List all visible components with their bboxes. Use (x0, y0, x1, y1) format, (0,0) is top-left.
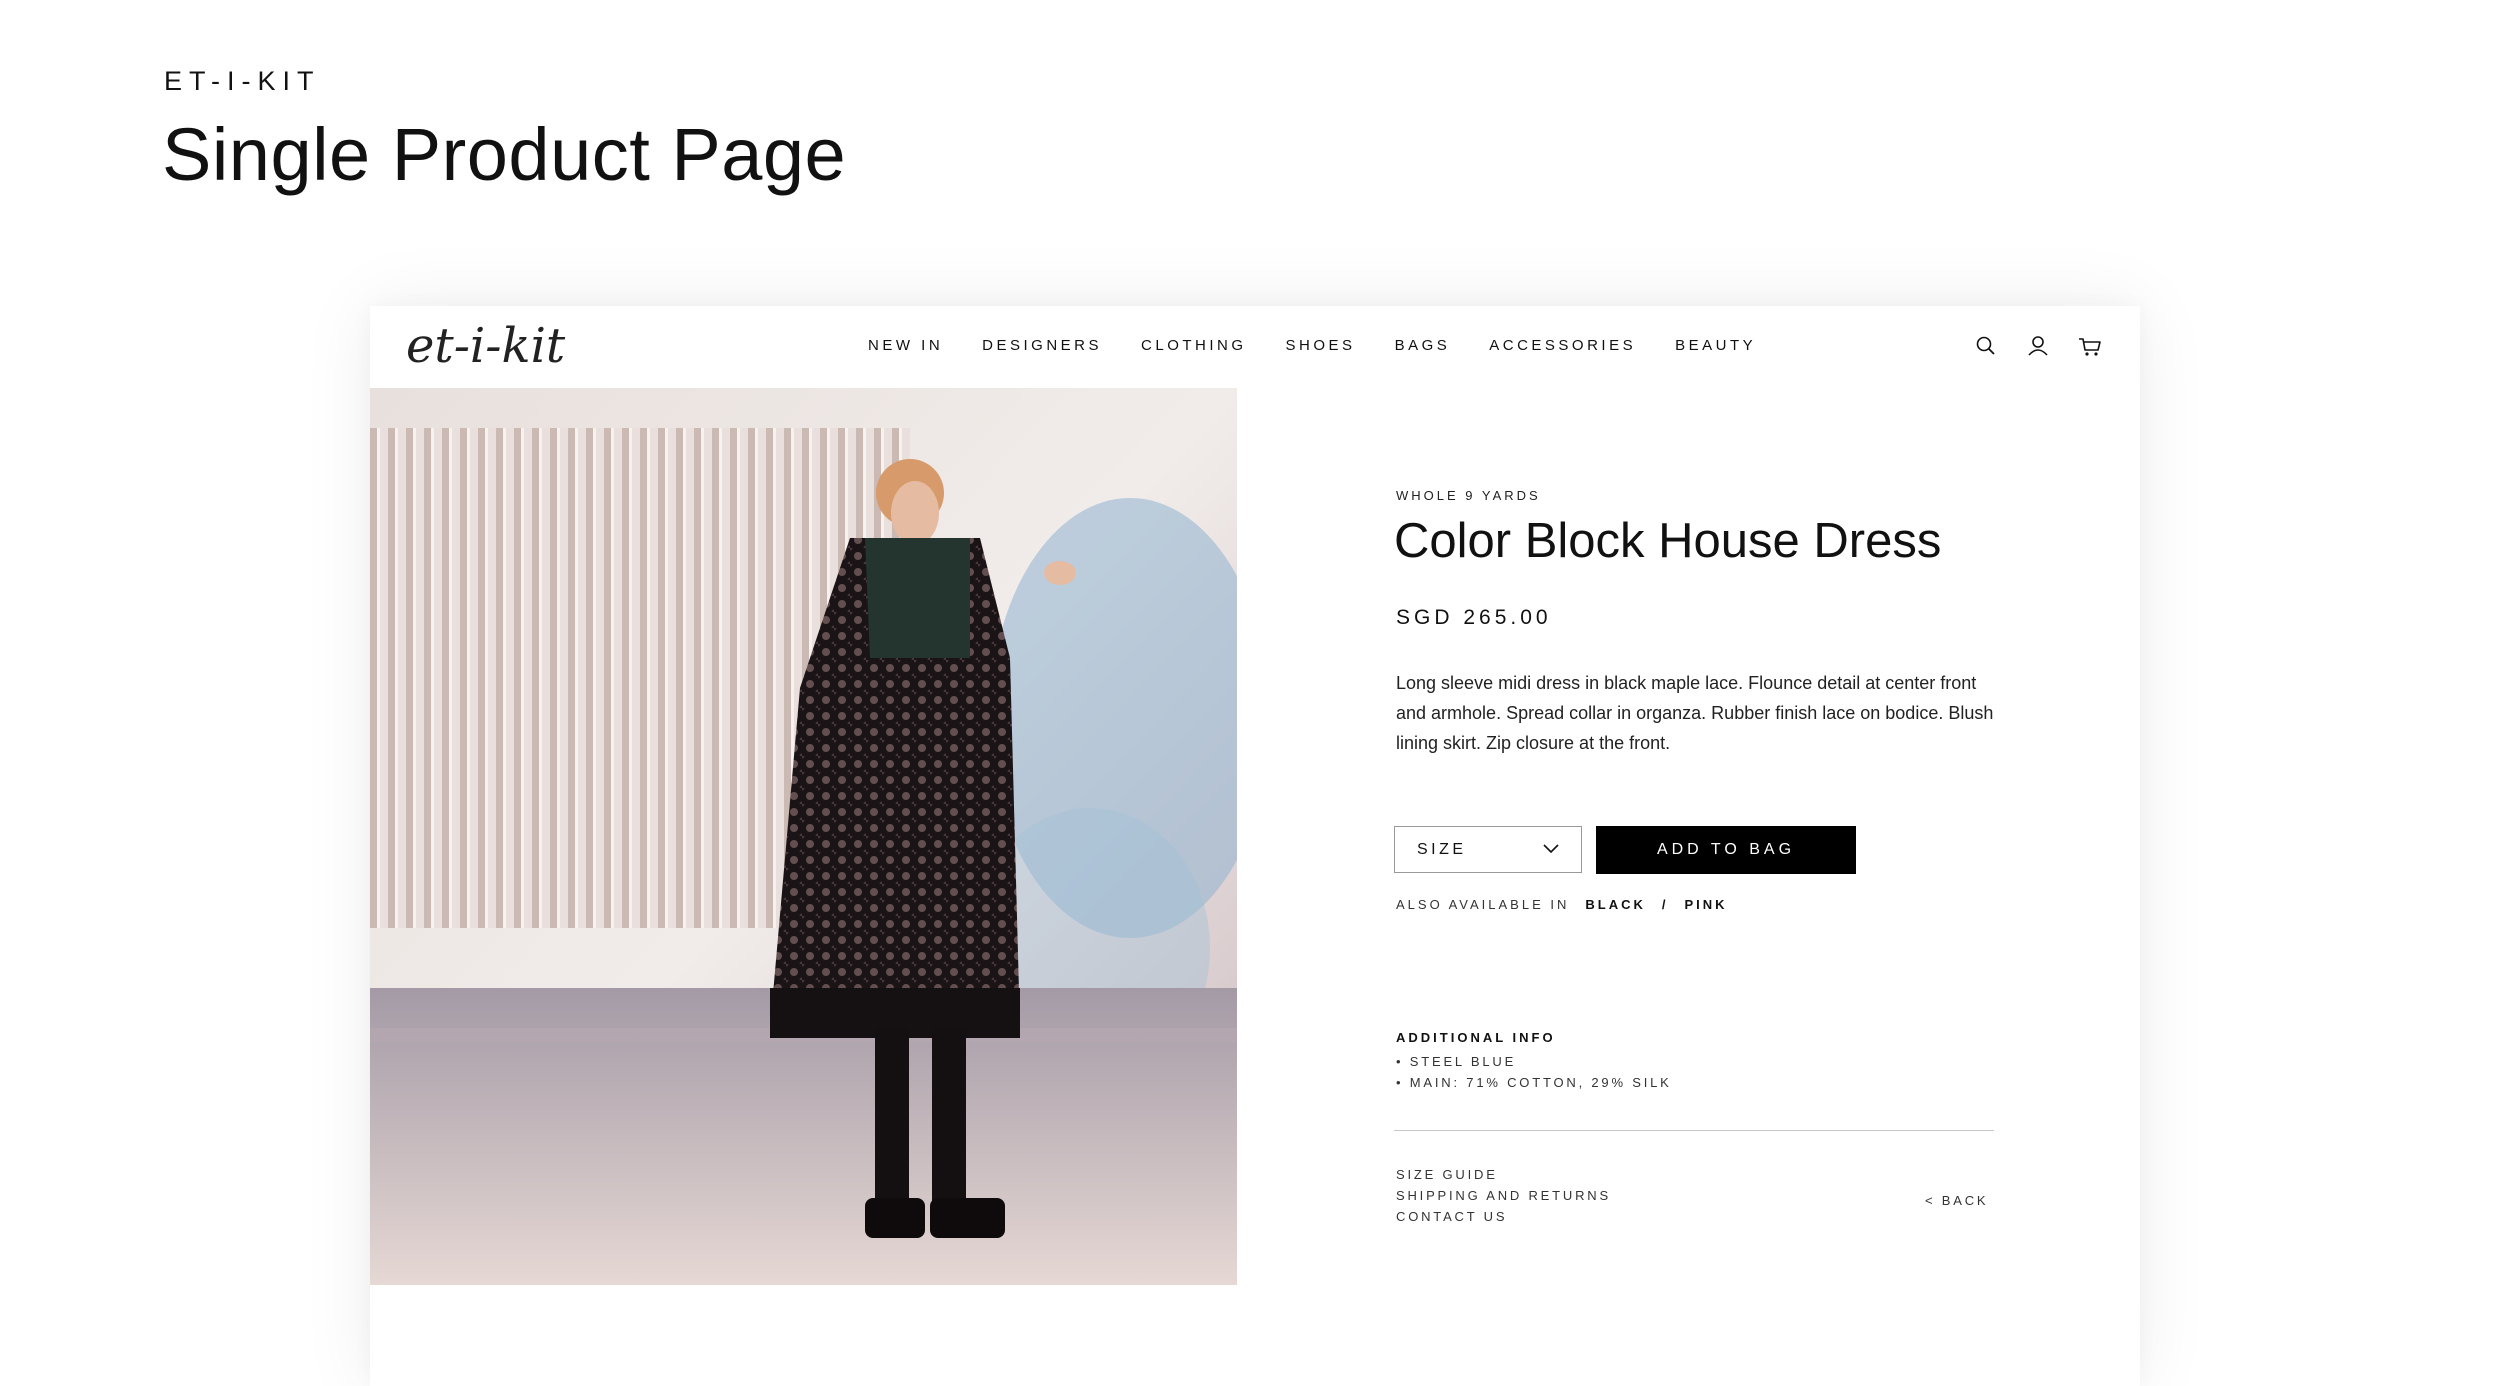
color-option-black[interactable]: BLACK (1585, 897, 1646, 912)
nav-item-clothing[interactable]: CLOTHING (1141, 337, 1247, 354)
help-links: SIZE GUIDE SHIPPING AND RETURNS CONTACT … (1396, 1164, 1611, 1227)
product-page-mockup: et-i-kit NEW IN DESIGNERS CLOTHING SHOES… (370, 306, 2140, 1386)
site-logo[interactable]: et-i-kit (406, 318, 565, 374)
product-description: Long sleeve midi dress in black maple la… (1396, 673, 1994, 753)
color-option-pink[interactable]: PINK (1684, 897, 1727, 912)
product-brand[interactable]: WHOLE 9 YARDS (1396, 488, 1541, 503)
size-dropdown[interactable]: SIZE (1394, 826, 1582, 873)
page-eyebrow: ET-I-KIT (164, 66, 321, 96)
back-link[interactable]: < BACK (1925, 1193, 1988, 1208)
additional-info-title: ADDITIONAL INFO (1396, 1030, 1556, 1045)
header-actions (1972, 332, 2104, 360)
add-to-bag-button[interactable]: ADD TO BAG (1596, 826, 1856, 874)
additional-info-list: • STEEL BLUE • MAIN: 71% COTTON, 29% SIL… (1396, 1051, 1672, 1093)
product-title: Color Block House Dress (1394, 514, 1942, 568)
page-title: Single Product Page (162, 113, 847, 196)
info-item: • MAIN: 71% COTTON, 29% SILK (1396, 1075, 1672, 1090)
product-image[interactable] (370, 388, 1237, 1285)
size-guide-link[interactable]: SIZE GUIDE (1396, 1164, 1611, 1185)
divider (1394, 1130, 1994, 1131)
nav-item-bags[interactable]: BAGS (1395, 337, 1451, 354)
shipping-returns-link[interactable]: SHIPPING AND RETURNS (1396, 1185, 1611, 1206)
nav-item-accessories[interactable]: ACCESSORIES (1489, 337, 1636, 354)
contact-us-link[interactable]: CONTACT US (1396, 1206, 1611, 1227)
also-available: ALSO AVAILABLE IN BLACK / PINK (1396, 897, 1728, 912)
chevron-down-icon (1543, 841, 1559, 859)
also-available-label: ALSO AVAILABLE IN (1396, 897, 1570, 912)
nav-item-designers[interactable]: DESIGNERS (982, 337, 1102, 354)
user-icon[interactable] (2024, 332, 2052, 360)
info-item: • STEEL BLUE (1396, 1054, 1517, 1069)
product-price: SGD 265.00 (1396, 606, 1552, 629)
nav-item-beauty[interactable]: BEAUTY (1675, 337, 1756, 354)
nav-item-new-in[interactable]: NEW IN (868, 337, 943, 354)
search-icon[interactable] (1972, 332, 2000, 360)
cart-icon[interactable] (2076, 332, 2104, 360)
size-dropdown-label: SIZE (1417, 840, 1467, 858)
nav-item-shoes[interactable]: SHOES (1286, 337, 1356, 354)
color-separator: / (1661, 897, 1669, 912)
main-nav: NEW IN DESIGNERS CLOTHING SHOES BAGS ACC… (868, 337, 1795, 354)
